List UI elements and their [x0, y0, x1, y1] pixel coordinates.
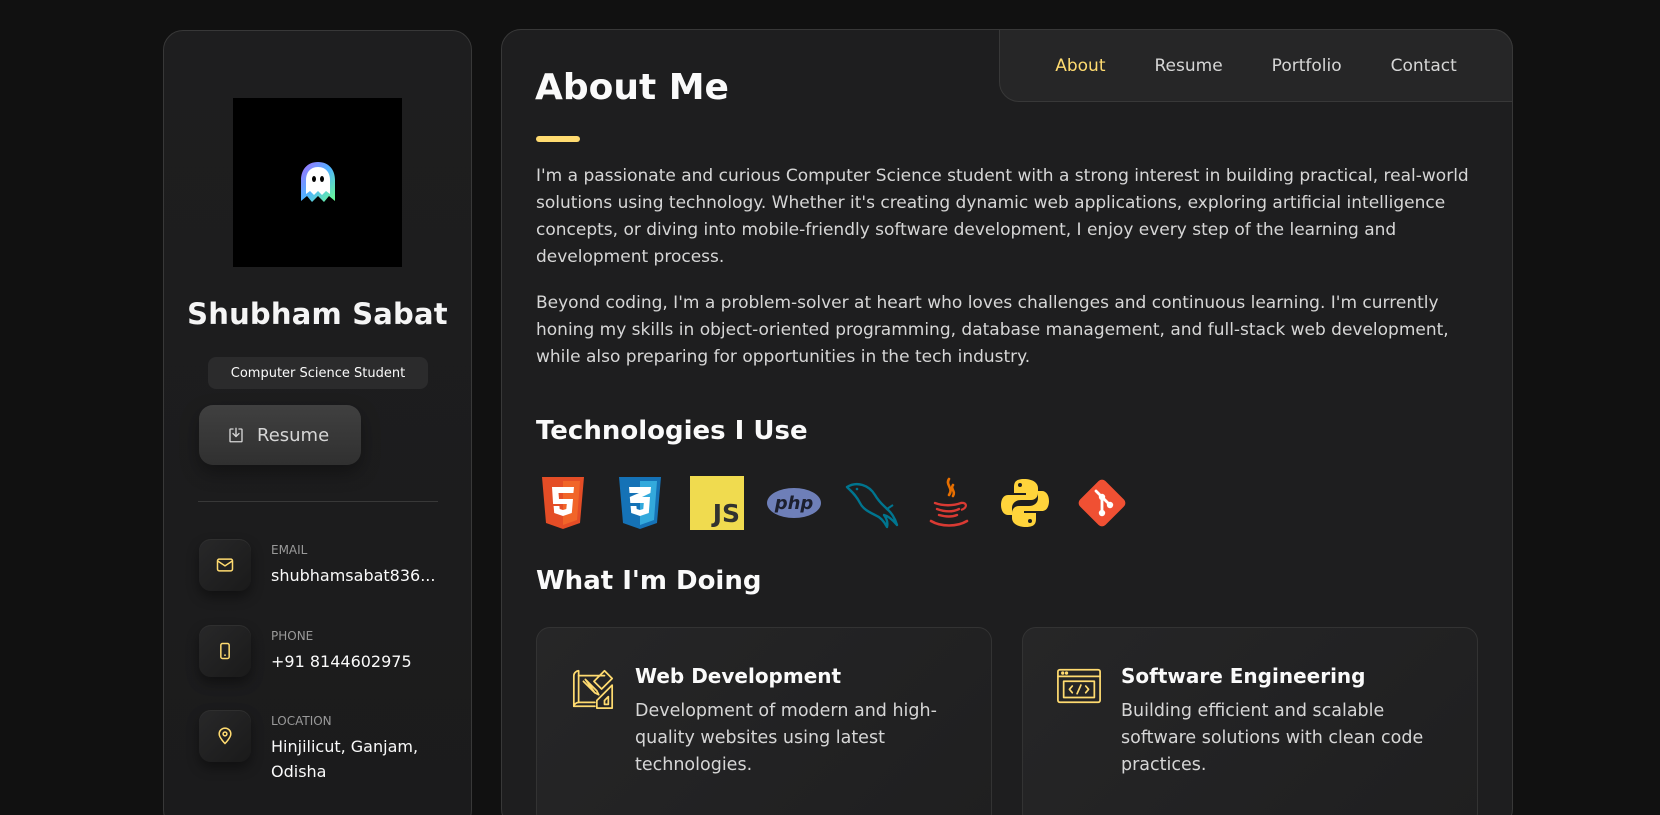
email-link[interactable]: shubhamsabat836... [271, 563, 435, 588]
avatar [233, 98, 402, 267]
java-icon [920, 475, 976, 531]
download-icon [229, 427, 243, 443]
design-tools-icon [572, 669, 614, 710]
code-window-icon [1057, 668, 1101, 704]
css3-icon [612, 475, 668, 531]
technologies-heading: Technologies I Use [536, 416, 808, 446]
service-description: Development of modern and high-quality w… [635, 701, 937, 775]
profile-name: Shubham Sabat [187, 297, 448, 331]
contact-label: Email [271, 543, 308, 557]
resume-button-label: Resume [257, 424, 330, 446]
location-text: Hinjilicut, Ganjam, Odisha [271, 737, 419, 781]
resume-download-button[interactable]: Resume [199, 405, 361, 465]
js-icon-text: JS [712, 499, 740, 528]
about-paragraph-1: I'm a passionate and curious Computer Sc… [536, 166, 1469, 267]
page-title: About Me [535, 67, 729, 108]
phone-icon-box [199, 625, 251, 677]
sidebar-separator [198, 501, 438, 502]
location-pin-icon [218, 727, 232, 745]
technologies-list: JS php [535, 475, 1130, 531]
html5-icon [535, 475, 591, 531]
service-card-web-development: Web Development Development of modern an… [536, 627, 992, 815]
sidebar: Shubham Sabat Computer Science Student R… [163, 30, 472, 815]
service-card-software-engineering: Software Engineering Building efficient … [1022, 627, 1478, 815]
nav-portfolio[interactable]: Portfolio [1272, 56, 1342, 76]
nav-resume[interactable]: Resume [1155, 56, 1223, 76]
profile-title-badge: Computer Science Student [208, 357, 428, 389]
mail-icon-box [199, 539, 251, 591]
title-underline [536, 136, 580, 142]
nav-about[interactable]: About [1055, 56, 1105, 76]
phone-icon [220, 642, 230, 660]
service-title: Software Engineering [1121, 664, 1366, 688]
php-icon: php [766, 475, 822, 531]
contact-email: Email shubhamsabat836... [199, 539, 459, 591]
main-content: About Resume Portfolio Contact About Me … [501, 29, 1513, 815]
javascript-icon: JS [689, 475, 745, 531]
ghost-avatar-icon [300, 161, 335, 202]
top-navbar: About Resume Portfolio Contact [999, 29, 1513, 102]
about-paragraph-2: Beyond coding, I'm a problem-solver at h… [536, 293, 1449, 367]
service-title: Web Development [635, 664, 842, 688]
mail-icon [216, 558, 234, 572]
contact-phone: Phone +91 8144602975 [199, 625, 459, 677]
location-icon-box [199, 710, 251, 762]
contact-label: Phone [271, 629, 314, 643]
services-heading: What I'm Doing [536, 566, 762, 596]
git-icon [1074, 475, 1130, 531]
contact-location: Location Hinjilicut, Ganjam, Odisha [199, 710, 459, 784]
php-icon-text: php [774, 492, 814, 514]
phone-link[interactable]: +91 8144602975 [271, 649, 412, 674]
service-description: Building efficient and scalable software… [1121, 701, 1424, 775]
nav-contact[interactable]: Contact [1391, 56, 1457, 76]
python-icon [997, 475, 1053, 531]
contact-label: Location [271, 714, 332, 728]
mysql-icon [843, 475, 899, 531]
